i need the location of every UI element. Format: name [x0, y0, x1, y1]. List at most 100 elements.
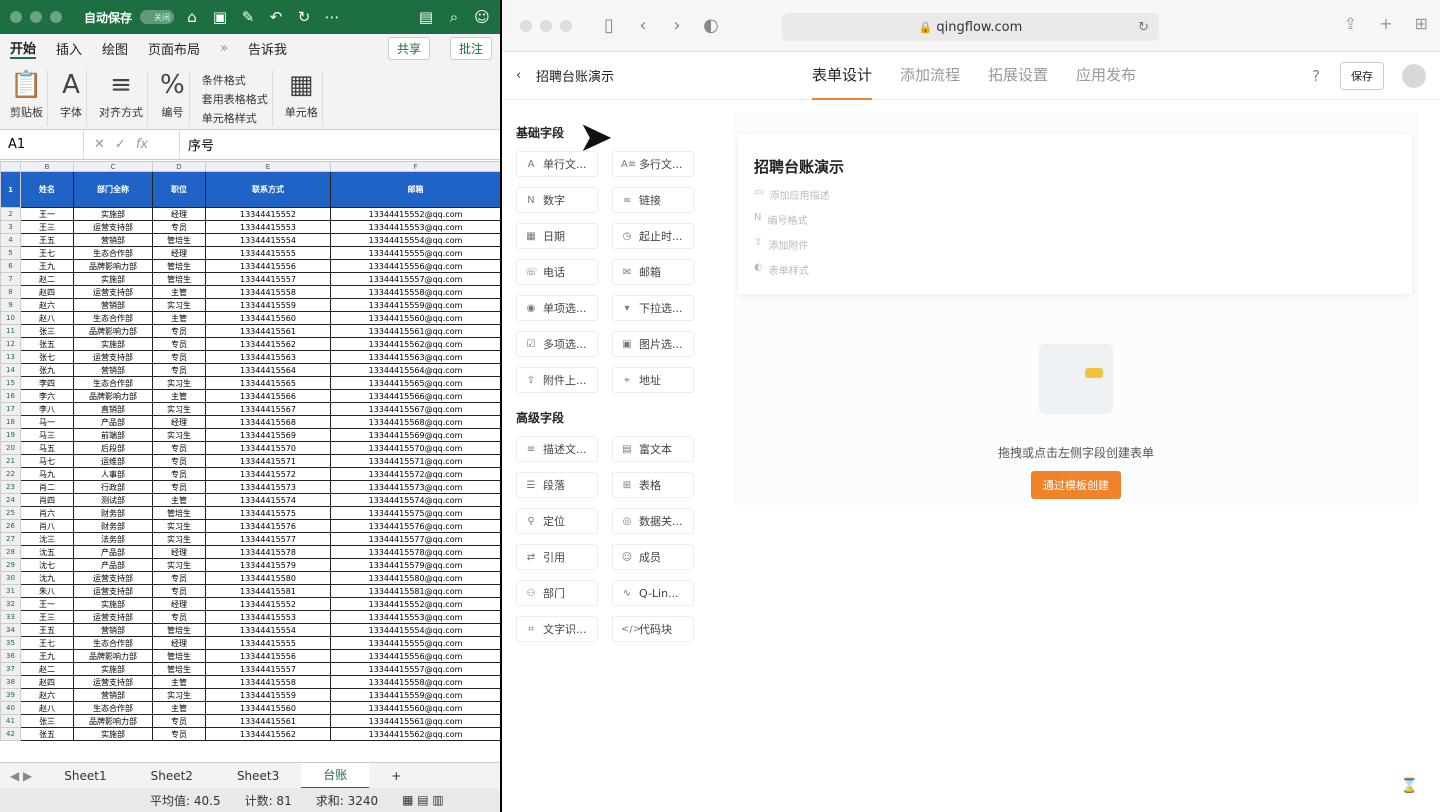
- table-cell[interactable]: 营销部: [73, 298, 153, 312]
- table-cell[interactable]: 13344415555@qq.com: [330, 246, 500, 260]
- table-cell[interactable]: 沈三: [20, 532, 74, 546]
- field-button[interactable]: ⇄ 引用: [516, 544, 598, 570]
- table-cell[interactable]: 13344415561@qq.com: [330, 324, 500, 338]
- table-cell[interactable]: 运营支持部: [73, 350, 153, 364]
- table-cell[interactable]: 13344415562: [205, 727, 331, 741]
- column-letter[interactable]: E: [205, 161, 331, 172]
- field-button[interactable]: ▦ 日期: [516, 223, 598, 249]
- table-cell[interactable]: 朱八: [20, 584, 74, 598]
- table-cell[interactable]: 13344415560: [205, 701, 331, 715]
- table-cell[interactable]: 13344415561@qq.com: [330, 714, 500, 728]
- table-cell[interactable]: 13344415566@qq.com: [330, 389, 500, 403]
- row-number[interactable]: 17: [0, 402, 21, 416]
- header-cell[interactable]: 邮箱: [330, 171, 500, 208]
- table-cell[interactable]: 主管: [152, 493, 206, 507]
- table-cell[interactable]: 13344415566: [205, 389, 331, 403]
- table-cell[interactable]: 实施部: [73, 662, 153, 676]
- table-cell[interactable]: 13344415581@qq.com: [330, 584, 500, 598]
- row-number[interactable]: 36: [0, 649, 21, 663]
- table-cell[interactable]: 专员: [152, 350, 206, 364]
- table-cell[interactable]: 赵八: [20, 701, 74, 715]
- table-cell[interactable]: 13344415552: [205, 597, 331, 611]
- table-cell[interactable]: 肖六: [20, 506, 74, 520]
- table-cell[interactable]: 专员: [152, 714, 206, 728]
- emoji-icon[interactable]: ☺: [472, 8, 492, 26]
- table-cell[interactable]: 运营支持部: [73, 584, 153, 598]
- column-letter[interactable]: F: [330, 161, 500, 172]
- tab-home[interactable]: 开始: [10, 38, 37, 59]
- table-cell[interactable]: 赵二: [20, 272, 74, 286]
- field-button[interactable]: A≡ 多行文...: [612, 151, 694, 177]
- table-cell[interactable]: 13344415559@qq.com: [330, 688, 500, 702]
- row-number[interactable]: 32: [0, 597, 21, 611]
- table-cell[interactable]: 产品部: [73, 545, 153, 559]
- table-cell[interactable]: 张七: [20, 350, 74, 364]
- row-number[interactable]: 27: [0, 532, 21, 546]
- table-cell[interactable]: 沈九: [20, 571, 74, 585]
- table-cell[interactable]: 13344415576: [205, 519, 331, 533]
- row-number[interactable]: 25: [0, 506, 21, 520]
- field-button[interactable]: ◎ 数据关...: [612, 508, 694, 534]
- table-cell[interactable]: 主管: [152, 285, 206, 299]
- field-button[interactable]: ☺ 成员: [612, 544, 694, 570]
- row-number[interactable]: 41: [0, 714, 21, 728]
- back-arrow-icon[interactable]: ‹: [516, 68, 521, 83]
- table-cell[interactable]: 主管: [152, 389, 206, 403]
- table-cell[interactable]: 13344415559: [205, 688, 331, 702]
- table-cell[interactable]: 实习生: [152, 558, 206, 572]
- form-option[interactable]: ◐ 表单样式: [754, 262, 1396, 277]
- table-cell[interactable]: 人事部: [73, 467, 153, 481]
- row-number[interactable]: 30: [0, 571, 21, 585]
- table-cell[interactable]: 专员: [152, 220, 206, 234]
- table-cell[interactable]: 赵六: [20, 298, 74, 312]
- table-cell[interactable]: 13344415568@qq.com: [330, 415, 500, 429]
- table-cell[interactable]: 肖八: [20, 519, 74, 533]
- table-cell[interactable]: 13344415569: [205, 428, 331, 442]
- table-cell[interactable]: 行政部: [73, 480, 153, 494]
- search-icon[interactable]: ⌕: [444, 8, 464, 26]
- table-cell[interactable]: 13344415552: [205, 207, 331, 221]
- table-cell[interactable]: 13344415567: [205, 402, 331, 416]
- table-cell[interactable]: 主管: [152, 311, 206, 325]
- tab-add-flow[interactable]: 添加流程: [900, 52, 960, 100]
- row-number[interactable]: 13: [0, 350, 21, 364]
- table-cell[interactable]: 13344415575: [205, 506, 331, 520]
- row-number[interactable]: 37: [0, 662, 21, 676]
- table-cell[interactable]: 肖二: [20, 480, 74, 494]
- field-button[interactable]: N 数字: [516, 187, 598, 213]
- table-cell[interactable]: 生态合作部: [73, 636, 153, 650]
- table-cell[interactable]: 专员: [152, 571, 206, 585]
- table-cell[interactable]: 王五: [20, 233, 74, 247]
- table-cell[interactable]: 主管: [152, 701, 206, 715]
- table-cell[interactable]: 生态合作部: [73, 376, 153, 390]
- form-option[interactable]: ⇪ 添加附件: [754, 237, 1396, 252]
- table-cell[interactable]: 13344415556: [205, 649, 331, 663]
- table-cell[interactable]: 王九: [20, 259, 74, 273]
- home-icon[interactable]: ⌂: [182, 8, 202, 26]
- table-cell[interactable]: 财务部: [73, 519, 153, 533]
- table-cell[interactable]: 张九: [20, 363, 74, 377]
- table-cell[interactable]: 专员: [152, 454, 206, 468]
- help-icon[interactable]: ?: [1312, 67, 1320, 85]
- field-button[interactable]: ☑ 多项选...: [516, 331, 598, 357]
- table-cell[interactable]: 13344415562@qq.com: [330, 337, 500, 351]
- table-cell[interactable]: 13344415564@qq.com: [330, 363, 500, 377]
- new-tab-icon[interactable]: +: [1379, 14, 1392, 33]
- row-number[interactable]: 42: [0, 727, 21, 741]
- table-cell[interactable]: 13344415562@qq.com: [330, 727, 500, 741]
- table-cell[interactable]: 实施部: [73, 337, 153, 351]
- row-number[interactable]: 9: [0, 298, 21, 312]
- cells-group[interactable]: ▦ 单元格: [281, 70, 323, 126]
- view-icons[interactable]: ▦ ▤ ▥: [402, 793, 444, 807]
- table-cell[interactable]: 13344415576@qq.com: [330, 519, 500, 533]
- row-number[interactable]: 35: [0, 636, 21, 650]
- sheet-tab[interactable]: Sheet3: [215, 763, 301, 789]
- reload-icon[interactable]: ↻: [1138, 20, 1149, 35]
- more-icon[interactable]: ⋯: [322, 8, 342, 26]
- form-option[interactable]: N 编号格式: [754, 212, 1396, 227]
- field-button[interactable]: ⌖ 地址: [612, 367, 694, 393]
- table-cell[interactable]: 13344415553: [205, 220, 331, 234]
- field-button[interactable]: ⚲ 定位: [516, 508, 598, 534]
- minimize-button[interactable]: [30, 11, 42, 23]
- save-icon[interactable]: ▣: [210, 8, 230, 26]
